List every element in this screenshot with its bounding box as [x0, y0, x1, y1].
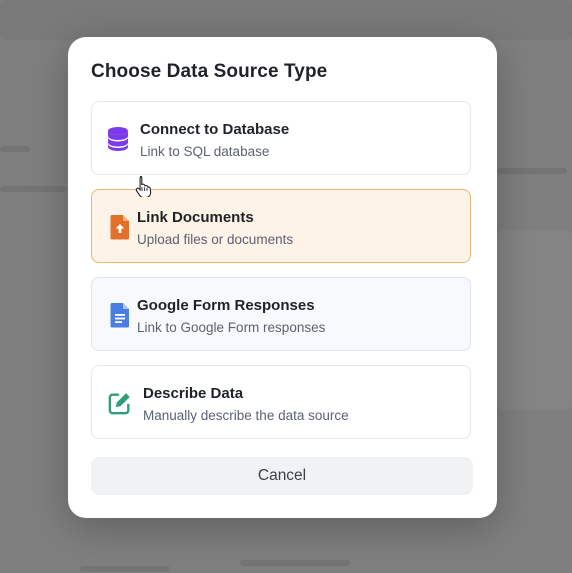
option-subtitle: Upload files or documents	[137, 232, 294, 247]
database-icon	[108, 127, 128, 151]
option-subtitle: Manually describe the data source	[143, 408, 349, 423]
hand-cursor-icon	[135, 175, 152, 197]
cancel-button[interactable]: Cancel	[91, 457, 473, 495]
option-google-form-responses[interactable]: Google Form Responses Link to Google For…	[91, 277, 471, 351]
data-source-dialog: Choose Data Source Type Connect to Datab…	[68, 37, 497, 518]
option-subtitle: Link to SQL database	[140, 144, 270, 159]
option-title: Google Form Responses	[137, 297, 315, 314]
option-link-documents[interactable]: Link Documents Upload files or documents	[91, 189, 471, 263]
option-title: Describe Data	[143, 385, 244, 402]
option-describe-data[interactable]: Describe Data Manually describe the data…	[91, 365, 471, 439]
option-connect-database[interactable]: Connect to Database Link to SQL database	[91, 101, 471, 175]
option-subtitle: Link to Google Form responses	[137, 320, 326, 335]
edit-pencil-icon	[108, 393, 130, 415]
option-title: Connect to Database	[140, 121, 290, 138]
dialog-title: Choose Data Source Type	[91, 61, 328, 82]
google-docs-icon	[110, 303, 129, 328]
document-upload-icon	[110, 215, 129, 240]
option-title: Link Documents	[137, 209, 254, 226]
